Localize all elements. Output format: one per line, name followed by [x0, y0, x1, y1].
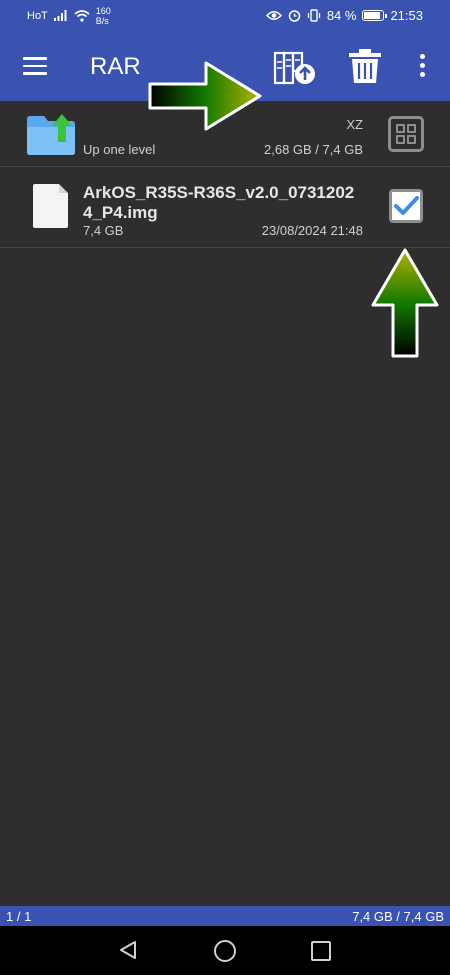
- vibrate-icon: [307, 9, 320, 22]
- app-title: RAR: [90, 53, 141, 80]
- list-item-file[interactable]: ArkOS_R35S-R36S_v2.0_07312024_P4.img 7,4…: [0, 166, 450, 248]
- file-name: ArkOS_R35S-R36S_v2.0_07312024_P4.img: [83, 183, 355, 222]
- clock: 21:53: [390, 8, 423, 23]
- trash-icon[interactable]: [348, 48, 382, 84]
- free-space-label: 2,68 GB / 7,4 GB: [264, 142, 363, 157]
- checkmark-icon: [394, 196, 419, 215]
- carrier-label: HoT: [27, 9, 48, 22]
- more-vertical-icon[interactable]: [416, 54, 428, 80]
- file-select-checkbox[interactable]: [389, 189, 423, 223]
- recents-icon[interactable]: [311, 941, 331, 961]
- signal-icon: [53, 10, 67, 21]
- wifi-icon: [74, 9, 90, 22]
- extract-archive-icon[interactable]: [273, 50, 317, 86]
- back-icon[interactable]: [118, 940, 138, 960]
- selected-size: 7,4 GB / 7,4 GB: [352, 909, 444, 924]
- net-speed-unit: B/s: [95, 15, 109, 26]
- file-size: 7,4 GB: [83, 223, 124, 238]
- net-speed-value: 160: [95, 5, 111, 16]
- archive-type-label: XZ: [346, 117, 363, 132]
- status-right: 84 % 21:53: [265, 0, 423, 31]
- selection-info-bar: 1 / 1 7,4 GB / 7,4 GB: [0, 906, 450, 926]
- file-icon: [33, 184, 68, 228]
- up-one-level-label: Up one level: [83, 142, 156, 157]
- selection-count: 1 / 1: [6, 909, 32, 924]
- alarm-icon: [288, 10, 301, 22]
- eye-icon: [265, 11, 282, 20]
- toolbar: RAR: [0, 31, 450, 131]
- folder-up-icon: [27, 114, 75, 155]
- battery-icon: [362, 10, 388, 21]
- file-modified-date: 23/08/2024 21:48: [261, 223, 363, 238]
- grid-view-icon[interactable]: [388, 116, 424, 152]
- network-speed: 160 B/s: [96, 6, 111, 26]
- list-item-up-one-level[interactable]: Up one level XZ 2,68 GB / 7,4 GB: [0, 101, 450, 167]
- battery-percent: 84 %: [326, 8, 357, 23]
- status-left: HoT 160 B/s: [27, 0, 111, 31]
- system-nav-bar: [0, 926, 450, 975]
- home-icon[interactable]: [214, 940, 236, 962]
- hamburger-menu-icon[interactable]: [23, 57, 47, 75]
- annotation-arrow-up-icon: [371, 248, 439, 358]
- status-bar: HoT 160 B/s 84 % 21:53: [0, 0, 450, 31]
